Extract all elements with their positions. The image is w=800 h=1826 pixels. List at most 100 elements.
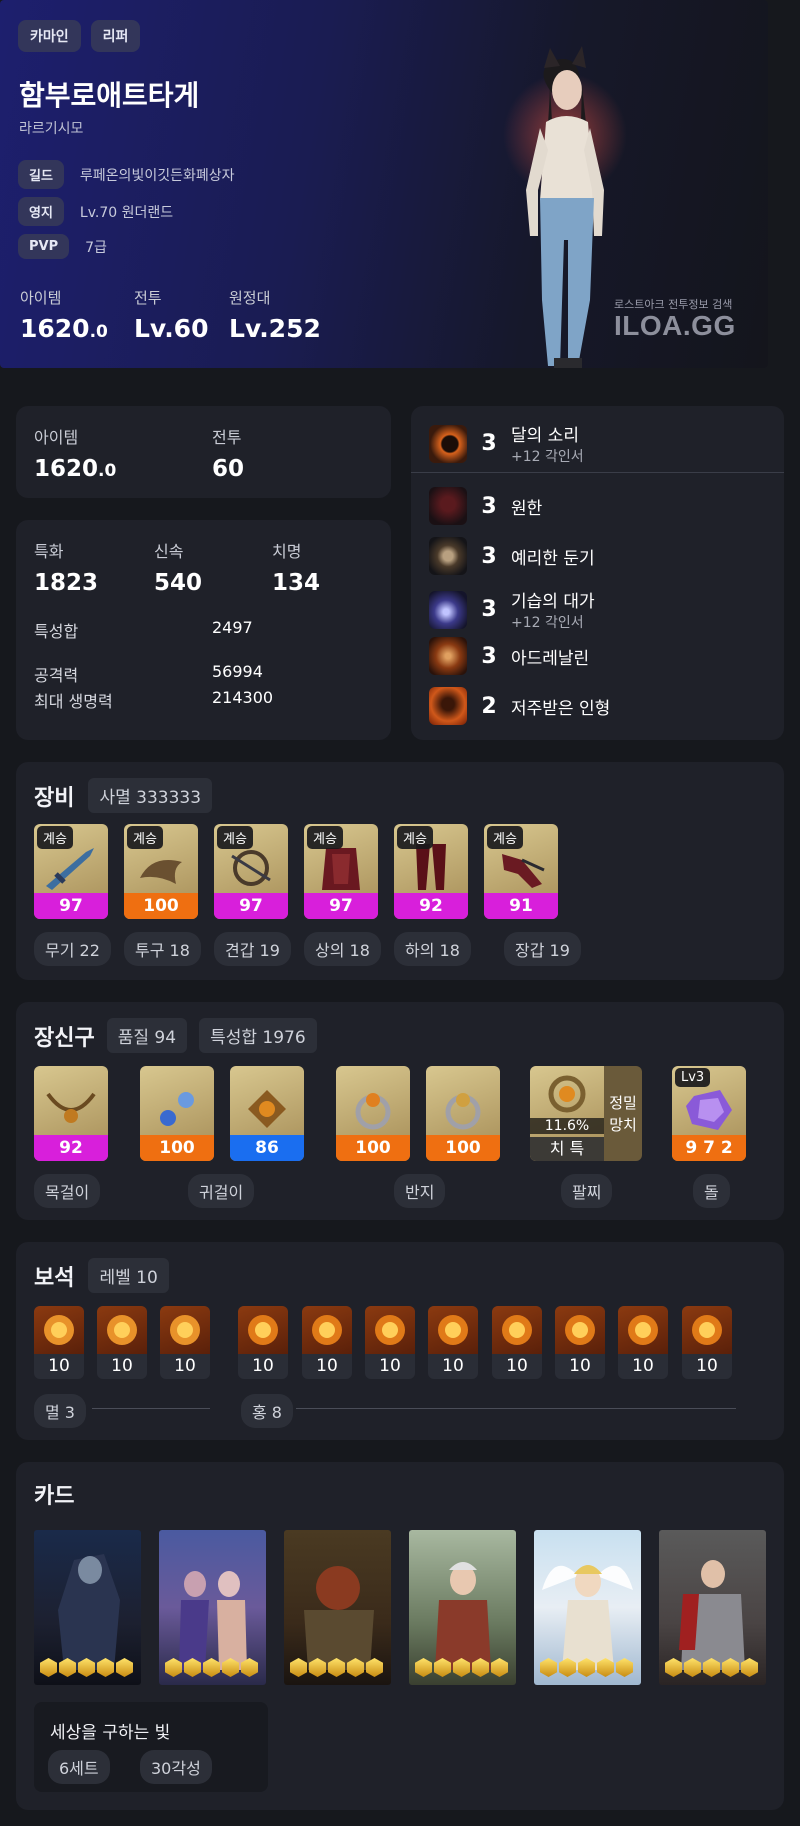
gem-icon — [302, 1306, 352, 1354]
helmet-icon — [140, 860, 182, 884]
stat-total-label: 특성합 — [34, 622, 79, 641]
attack-power-label: 공격력 — [34, 666, 79, 685]
annihilation-gem-label: 멸 3 — [34, 1394, 86, 1428]
master-ambusher-icon — [429, 590, 467, 629]
annihilation-gem[interactable]: 10 — [160, 1306, 210, 1379]
gem-level: 10 — [174, 1356, 196, 1376]
gem-icon — [428, 1306, 478, 1354]
equipment-chest-label: 상의 18 — [304, 932, 381, 966]
max-hp-label: 최대 생명력 — [34, 692, 113, 711]
engraving-item[interactable]: 3 아드레날린 — [429, 637, 589, 675]
equipment-helmet[interactable]: 계승 100 — [124, 824, 198, 919]
crimson-gem[interactable]: 10 — [492, 1306, 542, 1379]
crimson-gem[interactable]: 10 — [238, 1306, 288, 1379]
engraving-item[interactable]: 2 저주받은 인형 — [429, 687, 610, 725]
equipment-gloves-label: 장갑 19 — [504, 932, 581, 966]
estate-value: Lv.70 원더랜드 — [79, 204, 174, 221]
accessory-quality-chip: 품질 94 — [106, 1018, 188, 1053]
tarot-card[interactable] — [534, 1530, 641, 1685]
bracelet-label: 팔찌 — [561, 1174, 613, 1208]
equipment-shoulder[interactable]: 계승 97 — [214, 824, 288, 919]
bracelet-icon — [548, 1075, 586, 1113]
equipment-pants[interactable]: 계승 92 — [394, 824, 468, 919]
equipment-chest[interactable]: 계승 97 — [304, 824, 378, 919]
crimson-gem[interactable]: 10 — [682, 1306, 732, 1379]
shoulder-icon — [231, 850, 271, 886]
gems-title: 보석 — [34, 1265, 75, 1291]
equipment-weapon-label: 무기 22 — [34, 932, 111, 966]
pvp-label: PVP — [18, 234, 70, 259]
moon-sound-icon — [429, 424, 467, 463]
gem-icon — [555, 1306, 605, 1354]
chest-armor-icon — [322, 848, 360, 890]
specialization-value: 1823 — [34, 570, 99, 596]
gem-icon — [682, 1306, 732, 1354]
gem-group-divider — [92, 1408, 210, 1409]
crimson-gem[interactable]: 10 — [618, 1306, 668, 1379]
crimson-gem[interactable]: 10 — [365, 1306, 415, 1379]
card-set-box: 세상을 구하는 빛 6세트 30각성 — [34, 1702, 268, 1792]
ring-label: 반지 — [394, 1174, 446, 1208]
server-tag[interactable]: 카마인 — [18, 20, 81, 52]
earring-slot-2[interactable]: 86 — [230, 1066, 304, 1161]
tarot-card[interactable] — [409, 1530, 516, 1685]
sword-icon — [46, 848, 94, 890]
gem-level: 10 — [252, 1356, 274, 1376]
earring-label: 귀걸이 — [188, 1174, 255, 1208]
equipment-title: 장비 — [34, 785, 75, 811]
card-awakening-chip: 30각성 — [140, 1750, 212, 1784]
ability-stone-icon — [686, 1090, 732, 1130]
gem-icon — [618, 1306, 668, 1354]
annihilation-gem[interactable]: 10 — [97, 1306, 147, 1379]
crimson-gem[interactable]: 10 — [555, 1306, 605, 1379]
engraving-divider — [411, 472, 784, 473]
crimson-gem[interactable]: 10 — [302, 1306, 352, 1379]
hero-expedition-level: 원정대 Lv.252 — [229, 289, 321, 343]
equipment-helmet-label: 투구 18 — [124, 932, 201, 966]
gem-level: 10 — [569, 1356, 591, 1376]
equipment-weapon[interactable]: 계승 97 — [34, 824, 108, 919]
gem-level: 10 — [379, 1356, 401, 1376]
specialization-label: 특화 — [34, 542, 64, 561]
guild-name[interactable]: 루페온의빛이깃든화폐상자 — [80, 165, 235, 185]
gem-icon — [365, 1306, 415, 1354]
class-tag[interactable]: 리퍼 — [90, 20, 141, 52]
ring-slot-2[interactable]: 100 — [426, 1066, 500, 1161]
combat-level-value: 60 — [212, 456, 245, 482]
keen-blunt-weapon-icon — [429, 537, 467, 575]
ability-stone-slot[interactable]: Lv3 9 7 2 — [672, 1066, 746, 1161]
bracelet-effects: 정밀 망치 — [609, 1094, 637, 1134]
bracelet-slot[interactable]: 11.6% 치 특 정밀 망치 — [530, 1066, 642, 1161]
equipment-pants-label: 하의 18 — [394, 932, 471, 966]
annihilation-gem[interactable]: 10 — [34, 1306, 84, 1379]
server-name: 라르기시모 — [19, 121, 84, 137]
tarot-card[interactable] — [159, 1530, 266, 1685]
item-level-label: 아이템 — [34, 428, 79, 447]
engraving-item[interactable]: 3 예리한 둔기 — [429, 537, 595, 575]
crimson-gem[interactable]: 10 — [428, 1306, 478, 1379]
gem-level-chip: 레벨 10 — [88, 1258, 169, 1293]
tarot-card[interactable] — [284, 1530, 391, 1685]
engraving-item[interactable]: 3 원한 — [429, 487, 542, 525]
gem-level: 10 — [506, 1356, 528, 1376]
tarot-card[interactable] — [659, 1530, 766, 1685]
estate-label: 영지 — [18, 197, 64, 226]
swiftness-label: 신속 — [154, 542, 184, 561]
gloves-icon — [502, 854, 545, 888]
pvp-value: 7급 — [85, 239, 107, 256]
tarot-card[interactable] — [34, 1530, 141, 1685]
gem-icon — [238, 1306, 288, 1354]
combat-level-label: 전투 — [212, 428, 242, 447]
equipment-gloves[interactable]: 계승 91 — [484, 824, 558, 919]
ring-slot-1[interactable]: 100 — [336, 1066, 410, 1161]
necklace-slot[interactable]: 92 — [34, 1066, 108, 1161]
engraving-item[interactable]: 3 달의 소리 +12 각인서 — [429, 421, 584, 466]
engraving-item[interactable]: 3 기습의 대가 +12 각인서 — [429, 587, 595, 632]
earring-slot-1[interactable]: 100 — [140, 1066, 214, 1161]
gem-group-divider — [296, 1408, 736, 1409]
adrenaline-icon — [429, 637, 467, 675]
max-hp-value: 214300 — [212, 688, 274, 707]
gem-icon — [492, 1306, 542, 1354]
accessories-card: 장신구 품질 94 특성합 1976 92 100 86 100 100 11.… — [16, 1002, 784, 1220]
gem-level: 10 — [48, 1356, 70, 1376]
